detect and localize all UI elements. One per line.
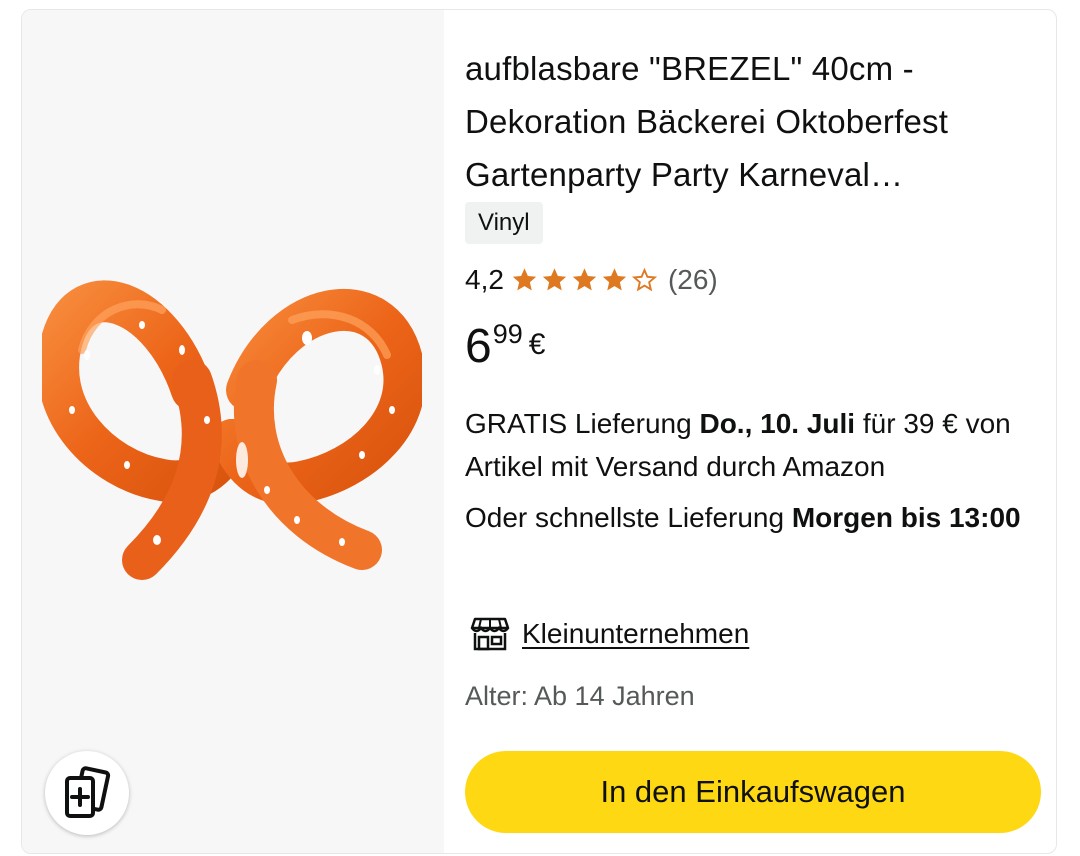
review-count[interactable]: (26) xyxy=(668,264,718,296)
product-info: aufblasbare "BREZEL" 40cm - Dekoration B… xyxy=(465,10,1056,853)
rating-value: 4,2 xyxy=(465,264,504,295)
fastest-delivery-prefix: Oder schnellste Lieferung xyxy=(465,502,792,533)
delivery-prefix: GRATIS Lieferung xyxy=(465,408,700,439)
price: 6 99 € xyxy=(465,315,545,379)
add-to-cart-button[interactable]: In den Einkaufswagen xyxy=(465,751,1041,833)
product-title[interactable]: aufblasbare "BREZEL" 40cm - Dekoration B… xyxy=(465,42,1035,201)
pretzel-balloon-image[interactable] xyxy=(42,260,422,610)
star-empty-icon xyxy=(631,267,658,292)
price-whole: 6 xyxy=(465,320,492,373)
delivery-date: Do., 10. Juli xyxy=(699,408,856,439)
fastest-delivery-info: Oder schnellste Lieferung Morgen bis 13:… xyxy=(465,496,1040,539)
price-currency: € xyxy=(528,328,546,361)
star-full-icon xyxy=(512,268,537,291)
storefront-icon xyxy=(470,617,510,651)
delivery-info: GRATIS Lieferung Do., 10. Juli für 39 € … xyxy=(465,402,1040,488)
product-image-pane[interactable] xyxy=(22,10,444,853)
star-rating xyxy=(510,266,660,294)
material-badge: Vinyl xyxy=(465,202,543,244)
rating-row[interactable]: 4,2 (26) xyxy=(465,260,718,300)
price-fraction: 99 xyxy=(492,319,523,349)
age-recommendation: Alter: Ab 14 Jahren xyxy=(465,681,695,711)
compare-cards-icon xyxy=(65,766,111,818)
small-business-label[interactable]: Kleinunternehmen xyxy=(522,618,749,650)
star-full-icon xyxy=(602,268,627,291)
small-business-link[interactable]: Kleinunternehmen xyxy=(470,612,749,656)
star-full-icon xyxy=(572,268,597,291)
fastest-delivery-time: Morgen bis 13:00 xyxy=(791,502,1021,533)
star-full-icon xyxy=(542,268,567,291)
product-card[interactable]: aufblasbare "BREZEL" 40cm - Dekoration B… xyxy=(21,9,1057,854)
compare-button[interactable] xyxy=(45,751,129,835)
